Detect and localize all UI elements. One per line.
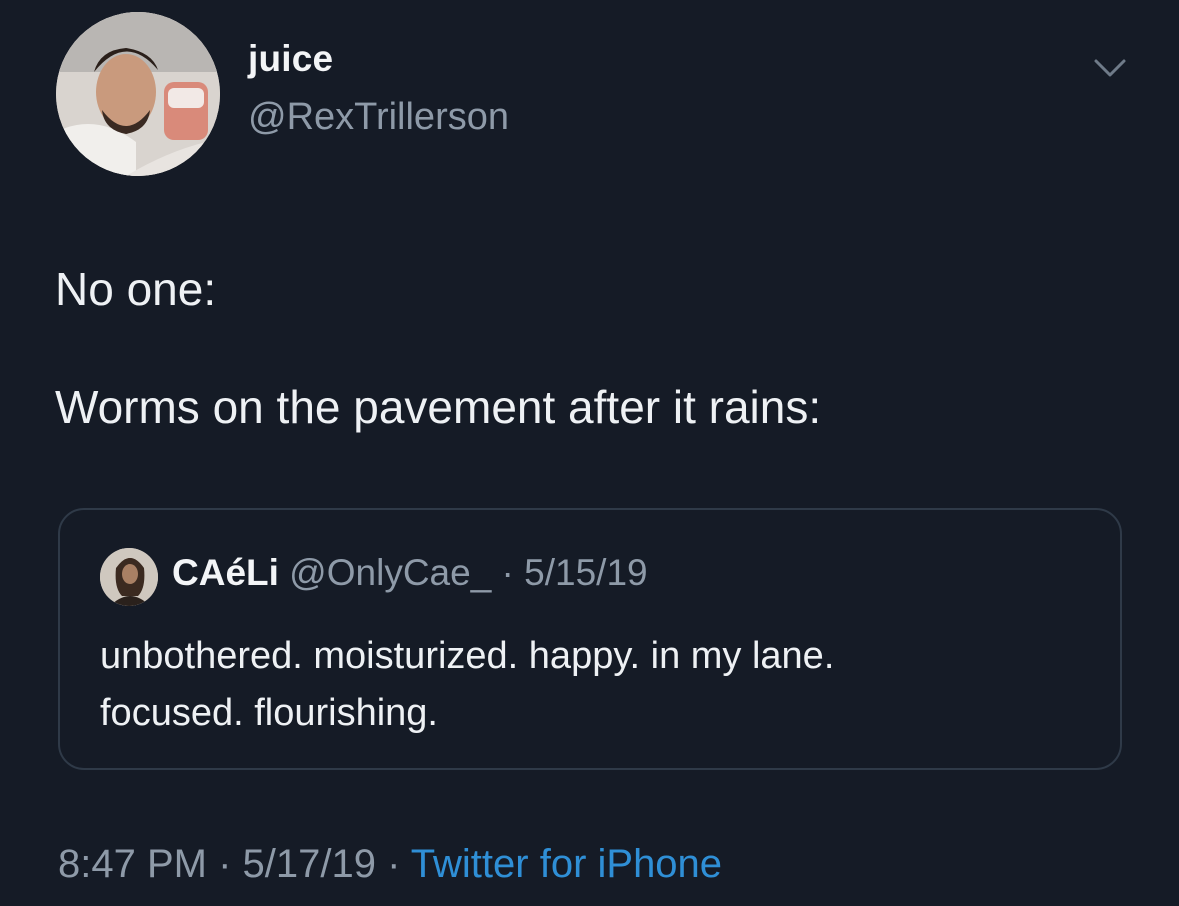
quoted-tweet-text-line: unbothered. moisturized. happy. in my la… bbox=[100, 635, 835, 677]
profile-photo-avatar-icon bbox=[100, 548, 158, 606]
profile-photo-avatar-icon bbox=[56, 12, 220, 176]
tweet-timestamp[interactable]: 8:47 PM · 5/17/19 · bbox=[58, 842, 411, 886]
tweet-source-link[interactable]: Twitter for iPhone bbox=[411, 842, 722, 886]
quoted-author-avatar[interactable] bbox=[100, 548, 158, 606]
quoted-tweet-text: unbothered. moisturized. happy. in my la… bbox=[100, 628, 834, 742]
quoted-tweet[interactable]: CAéLi @OnlyCae_ · 5/15/19 unbothered. mo… bbox=[58, 508, 1122, 770]
tweet-footer: 8:47 PM · 5/17/19 · Twitter for iPhone bbox=[58, 842, 722, 887]
tweet-text-line: Worms on the pavement after it rains: bbox=[55, 381, 822, 433]
author-handle[interactable]: @RexTrillerson bbox=[248, 96, 509, 139]
tweet-text-line: No one: bbox=[55, 263, 217, 315]
quoted-author-handle-date: @OnlyCae_ · 5/15/19 bbox=[278, 552, 648, 593]
chevron-down-icon bbox=[1094, 59, 1126, 77]
quoted-author-display-name: CAéLi bbox=[172, 552, 279, 593]
tweet-menu-button[interactable] bbox=[1090, 52, 1130, 82]
quoted-tweet-text-line: focused. flourishing. bbox=[100, 692, 438, 734]
author-avatar[interactable] bbox=[56, 12, 220, 176]
quoted-tweet-header: CAéLi @OnlyCae_ · 5/15/19 bbox=[172, 552, 648, 594]
author-display-name[interactable]: juice bbox=[248, 38, 333, 80]
tweet-card: juice @RexTrillerson No one: Worms on th… bbox=[0, 0, 1179, 906]
